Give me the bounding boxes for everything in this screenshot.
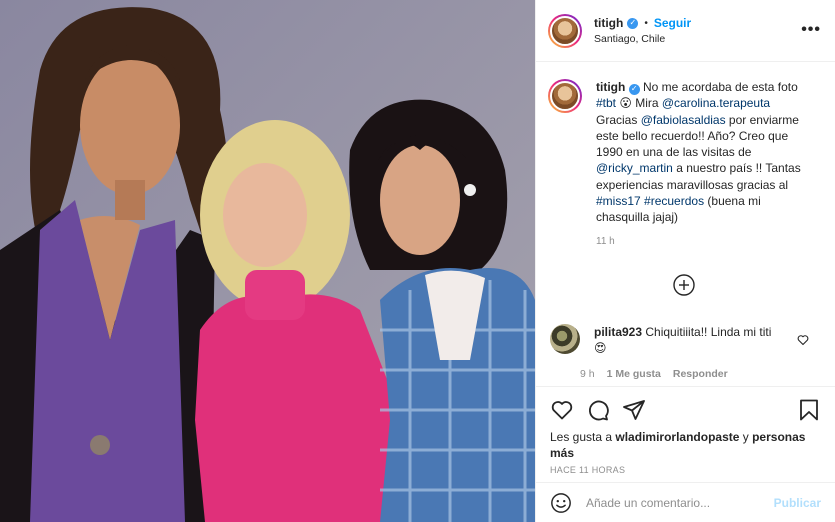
- caption: titigh ✓ No me acordaba de esta foto #tb…: [548, 79, 823, 247]
- commenter-avatar[interactable]: [550, 324, 580, 354]
- author-avatar[interactable]: [548, 13, 582, 48]
- separator-dot: •: [644, 17, 648, 29]
- comment-time[interactable]: 9 h: [580, 368, 595, 380]
- add-comment-bar: Publicar: [536, 482, 835, 522]
- post-actions: Les gusta a wladimirorlandopaste y perso…: [536, 386, 835, 486]
- reply-button[interactable]: Responder: [673, 368, 728, 380]
- comment-likes[interactable]: 1 Me gusta: [607, 368, 661, 380]
- caption-text-part: Gracias: [596, 112, 641, 127]
- mention-fabiola[interactable]: @fabiolasaldias: [641, 113, 726, 127]
- hashtag-recuerdos[interactable]: #recuerdos: [644, 194, 704, 208]
- caption-avatar[interactable]: [548, 79, 582, 113]
- publish-button[interactable]: Publicar: [774, 496, 821, 510]
- comment-meta: 9 h 1 Me gusta Responder: [580, 368, 774, 380]
- post-location[interactable]: Santiago, Chile: [594, 32, 691, 46]
- hashtag-tbt[interactable]: #tbt: [596, 96, 616, 110]
- load-more-comments-icon[interactable]: [673, 274, 695, 296]
- hashtag-miss17[interactable]: #miss17: [596, 194, 641, 208]
- likes-summary: Les gusta a wladimirorlandopaste y perso…: [550, 429, 821, 461]
- caption-username[interactable]: titigh: [596, 80, 625, 94]
- emoji-icon[interactable]: [550, 492, 572, 514]
- save-bookmark-icon[interactable]: [797, 398, 821, 422]
- verified-badge-icon: ✓: [627, 17, 639, 29]
- like-heart-icon[interactable]: [550, 398, 574, 422]
- instagram-post: titigh ✓ • Seguir Santiago, Chile ••• ti…: [0, 0, 835, 522]
- mention-carolina[interactable]: @carolina.terapeuta: [662, 96, 770, 110]
- verified-badge-icon: ✓: [628, 83, 640, 95]
- mention-ricky[interactable]: @ricky_martin: [596, 161, 673, 175]
- post-timestamp[interactable]: HACE 11 HORAS: [550, 465, 821, 475]
- liker-username[interactable]: wladimirorlandopaste: [615, 430, 739, 444]
- commenter-username[interactable]: pilita923: [594, 325, 642, 339]
- comment-item: pilita923 Chiquitiiita!! Linda mi titi😍 …: [550, 324, 821, 380]
- share-paper-plane-icon[interactable]: [622, 398, 646, 422]
- post-header: titigh ✓ • Seguir Santiago, Chile •••: [536, 0, 835, 62]
- caption-time[interactable]: 11 h: [596, 236, 810, 247]
- post-side-panel: titigh ✓ • Seguir Santiago, Chile ••• ti…: [535, 0, 835, 522]
- comment-input[interactable]: [586, 495, 774, 510]
- caption-text-part: No me acordaba de esta foto: [639, 80, 798, 94]
- post-photo[interactable]: [0, 0, 535, 522]
- comment-text: pilita923 Chiquitiiita!! Linda mi titi😍: [594, 324, 774, 356]
- author-username[interactable]: titigh: [594, 15, 623, 31]
- caption-text-part: 😮 Mira: [616, 96, 662, 111]
- follow-button[interactable]: Seguir: [654, 15, 691, 31]
- more-options-icon[interactable]: •••: [801, 22, 821, 38]
- likes-prefix: Les gusta a: [550, 430, 616, 444]
- photo-illustration: [0, 0, 535, 522]
- comment-bubble-icon[interactable]: [586, 398, 610, 422]
- likes-mid: y: [739, 430, 753, 444]
- comment-like-heart-icon[interactable]: [797, 334, 809, 346]
- caption-text: titigh ✓ No me acordaba de esta foto #tb…: [596, 79, 810, 226]
- comments-section: titigh ✓ No me acordaba de esta foto #tb…: [536, 63, 835, 386]
